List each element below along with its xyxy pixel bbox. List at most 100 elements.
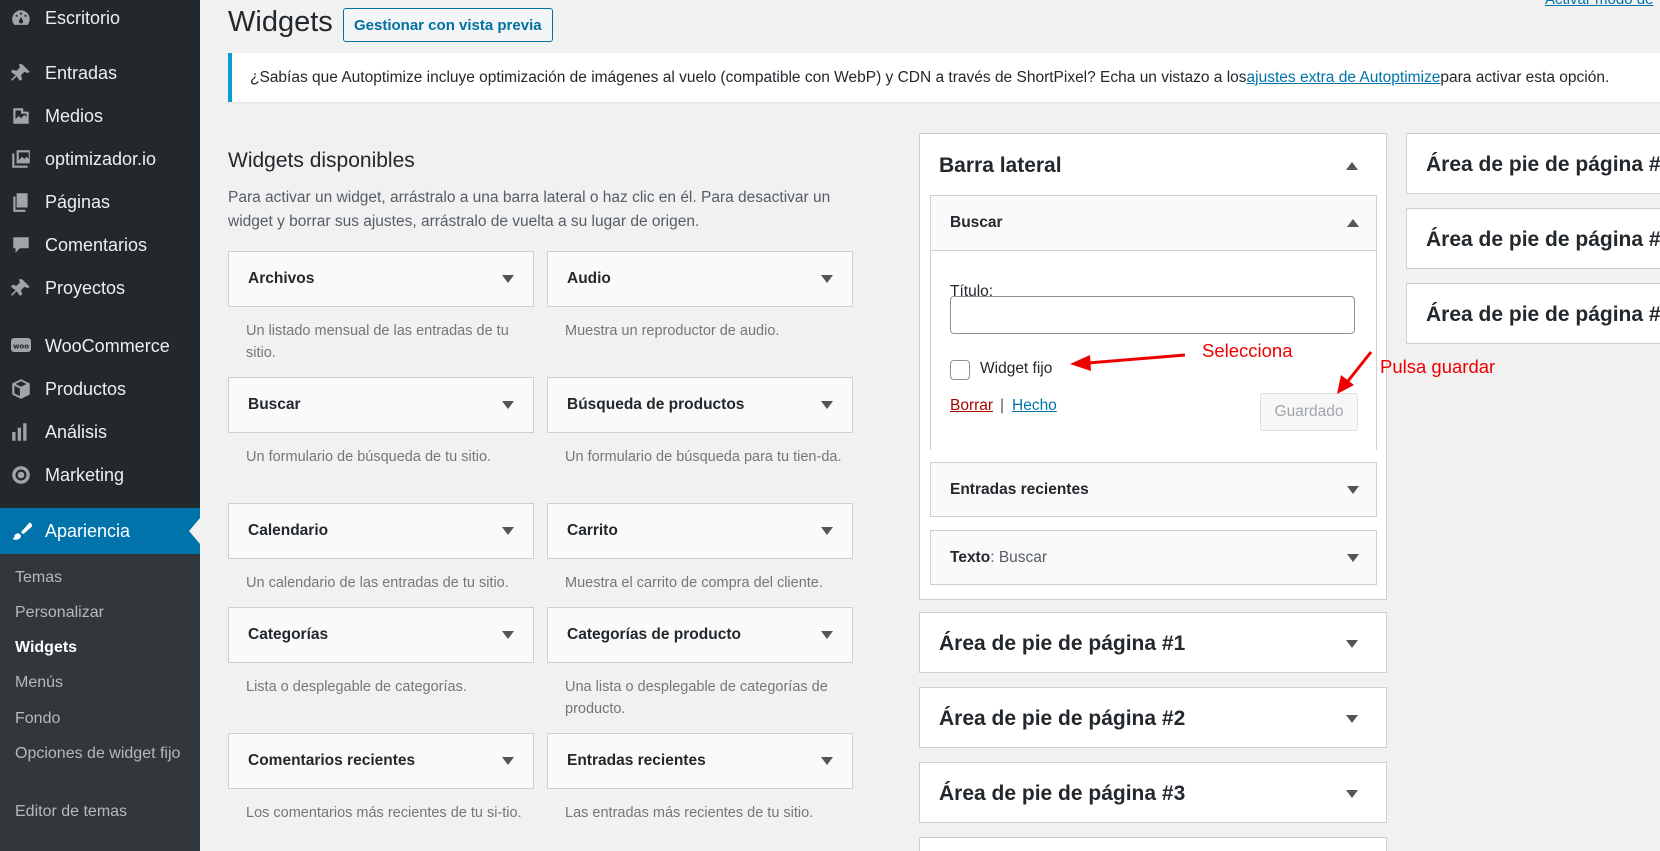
media-icon <box>10 105 32 127</box>
expand-arrow-icon[interactable] <box>821 401 833 409</box>
guardado-button[interactable]: Guardado <box>1260 393 1358 431</box>
sidebar-item-woocommerce[interactable]: woo WooCommerce <box>0 326 200 366</box>
comment-icon <box>10 234 32 256</box>
sidebar-item-comentarios[interactable]: Comentarios <box>0 225 200 265</box>
expand-arrow-icon[interactable] <box>1347 554 1359 562</box>
widget-title: Buscar <box>248 396 301 413</box>
sidebar-item-entradas[interactable]: Entradas <box>0 53 200 93</box>
titulo-input[interactable] <box>950 296 1355 334</box>
widget-title: Entradas recientes <box>950 481 1089 498</box>
footer-area-4[interactable]: Área de pie de página #4 <box>1406 133 1660 194</box>
pages-icon <box>10 191 32 213</box>
page-title: Widgets <box>228 6 333 38</box>
widget-entradas-recientes-placed[interactable]: Entradas recientes <box>930 462 1377 517</box>
widget-title: Calendario <box>248 522 329 539</box>
sidebar-item-productos[interactable]: Productos <box>0 369 200 409</box>
sidebar-item-label: Páginas <box>45 191 111 212</box>
sidebar-area-barra-lateral: Barra lateral Buscar Título: Widget fijo… <box>919 133 1387 600</box>
submenu-widgets[interactable]: Widgets <box>15 636 190 659</box>
widget-title: Archivos <box>248 270 315 287</box>
notice-text-after: para activar esta opción. <box>1440 68 1610 86</box>
footer-area-2[interactable]: Área de pie de página #2 <box>919 687 1387 748</box>
widget-texto-placed[interactable]: Texto: Buscar <box>930 530 1377 585</box>
dashboard-icon <box>10 7 32 29</box>
expand-arrow-icon[interactable] <box>1346 714 1358 723</box>
expand-arrow-icon[interactable] <box>1346 639 1358 648</box>
widget-buscar[interactable]: Buscar <box>228 377 534 433</box>
widget-carrito[interactable]: Carrito <box>547 503 853 559</box>
widget-header[interactable]: Buscar <box>931 196 1376 250</box>
expand-arrow-icon[interactable] <box>821 631 833 639</box>
footer-area-3[interactable]: Área de pie de página #3 <box>919 762 1387 823</box>
widget-calendario[interactable]: Calendario <box>228 503 534 559</box>
widget-busqueda-productos[interactable]: Búsqueda de productos <box>547 377 853 433</box>
submenu-fondo[interactable]: Fondo <box>15 707 190 730</box>
submenu-personalizar[interactable]: Personalizar <box>15 601 190 624</box>
sidebar-item-escritorio[interactable]: Escritorio <box>0 0 200 38</box>
widget-categorias-producto[interactable]: Categorías de producto <box>547 607 853 663</box>
widget-form: Título: Widget fijo Borrar | Hecho Guard… <box>931 250 1376 450</box>
borrar-link[interactable]: Borrar <box>950 397 993 415</box>
submenu-editor-temas[interactable]: Editor de temas <box>15 800 190 823</box>
next-area-partial <box>919 837 1387 851</box>
area-title: Área de pie de página #4 <box>1426 152 1660 176</box>
sidebar-item-apariencia[interactable]: Apariencia <box>0 508 200 554</box>
expand-arrow-icon[interactable] <box>821 757 833 765</box>
chart-bar-icon <box>10 421 32 443</box>
autoptimize-notice: ¿Sabías que Autoptimize incluye optimiza… <box>228 53 1660 102</box>
expand-arrow-icon[interactable] <box>502 631 514 639</box>
footer-area-6[interactable]: Área de pie de página #6 <box>1406 283 1660 344</box>
gallery-icon <box>10 148 32 170</box>
area-header[interactable]: Área de pie de página #1 <box>920 613 1386 674</box>
sidebar-item-paginas[interactable]: Páginas <box>0 182 200 222</box>
area-title: Área de pie de página #3 <box>939 781 1186 805</box>
area-header[interactable]: Área de pie de página #6 <box>1407 284 1660 343</box>
expand-arrow-icon[interactable] <box>502 401 514 409</box>
widget-audio[interactable]: Audio <box>547 251 853 307</box>
submenu-opciones-widget-fijo[interactable]: Opciones de widget fijo <box>15 742 190 765</box>
available-widgets-description: Para activar un widget, arrástralo a una… <box>228 189 831 230</box>
expand-arrow-icon[interactable] <box>821 275 833 283</box>
area-header[interactable]: Área de pie de página #4 <box>1407 134 1660 193</box>
expand-arrow-icon[interactable] <box>502 527 514 535</box>
collapse-arrow-icon[interactable] <box>1346 162 1358 170</box>
widget-description: Las entradas más recientes de tu sitio. <box>565 805 814 821</box>
admin-sidebar: Escritorio Entradas Medios optimizador.i… <box>0 0 200 851</box>
area-header[interactable]: Área de pie de página #2 <box>920 688 1386 749</box>
area-header[interactable]: Área de pie de página #5 <box>1407 209 1660 268</box>
collapse-arrow-icon[interactable] <box>1347 219 1359 227</box>
sidebar-item-marketing[interactable]: Marketing <box>0 455 200 495</box>
expand-arrow-icon[interactable] <box>1347 486 1359 494</box>
sidebar-item-analisis[interactable]: Análisis <box>0 412 200 452</box>
footer-area-1[interactable]: Área de pie de página #1 <box>919 612 1387 673</box>
pin-icon <box>10 277 32 299</box>
submenu-menus[interactable]: Menús <box>15 671 190 694</box>
widget-header[interactable]: Texto: Buscar <box>931 531 1376 585</box>
sidebar-item-label: WooCommerce <box>45 335 170 356</box>
manage-preview-button[interactable]: Gestionar con vista previa <box>343 8 553 42</box>
widget-comentarios-recientes[interactable]: Comentarios recientes <box>228 733 534 789</box>
area-header[interactable]: Área de pie de página #3 <box>920 763 1386 824</box>
area-header[interactable]: Barra lateral <box>920 134 1386 198</box>
widget-description: Los comentarios más recientes de tu si-t… <box>246 805 522 821</box>
widget-title: Carrito <box>567 522 618 539</box>
expand-arrow-icon[interactable] <box>502 275 514 283</box>
hecho-link[interactable]: Hecho <box>1012 397 1057 415</box>
footer-area-5[interactable]: Área de pie de página #5 <box>1406 208 1660 269</box>
top-accessibility-link[interactable]: Activar modo de <box>1545 0 1653 8</box>
expand-arrow-icon[interactable] <box>502 757 514 765</box>
sidebar-item-medios[interactable]: Medios <box>0 96 200 136</box>
widget-archivos[interactable]: Archivos <box>228 251 534 307</box>
widget-fijo-checkbox[interactable] <box>950 360 970 380</box>
sidebar-item-proyectos[interactable]: Proyectos <box>0 268 200 308</box>
widget-categorias[interactable]: Categorías <box>228 607 534 663</box>
notice-link[interactable]: ajustes extra de Autoptimize <box>1247 69 1441 87</box>
submenu-temas[interactable]: Temas <box>15 566 190 589</box>
widget-entradas-recientes[interactable]: Entradas recientes <box>547 733 853 789</box>
widget-fijo-label[interactable]: Widget fijo <box>980 360 1052 378</box>
widget-description: Muestra el carrito de compra del cliente… <box>565 575 823 591</box>
expand-arrow-icon[interactable] <box>821 527 833 535</box>
widget-header[interactable]: Entradas recientes <box>931 463 1376 517</box>
sidebar-item-optimizador[interactable]: optimizador.io <box>0 139 200 179</box>
expand-arrow-icon[interactable] <box>1346 789 1358 798</box>
